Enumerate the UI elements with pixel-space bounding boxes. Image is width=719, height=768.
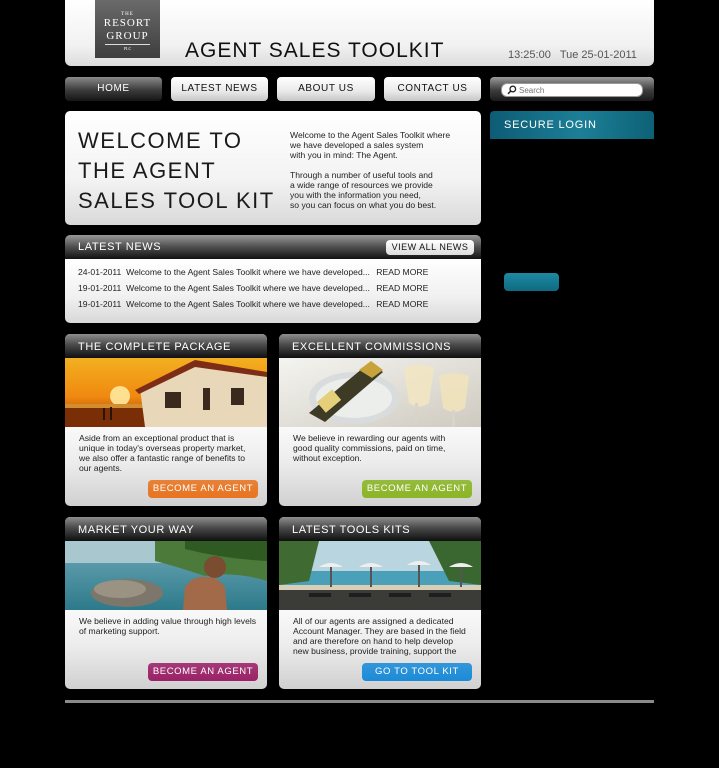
welcome-intro-line: with you in mind: The Agent. (290, 150, 398, 160)
go-to-tool-kit-button[interactable]: GO TO TOOL KIT (362, 663, 472, 681)
nav-latest-news[interactable]: LATEST NEWS (171, 77, 268, 101)
logo-text-resort: RESORT (103, 17, 152, 29)
become-agent-button[interactable]: BECOME AN AGENT (148, 663, 258, 681)
read-more-link[interactable]: READ MORE (376, 299, 428, 309)
read-more-link[interactable]: READ MORE (376, 267, 428, 277)
welcome-body: Through a number of useful tools and a w… (290, 170, 470, 210)
nav-contact-us[interactable]: CONTACT US (384, 77, 481, 101)
panel-text-line: unique in today's overseas property mark… (79, 443, 246, 453)
news-item: 19-01-2011 Welcome to the Agent Sales To… (78, 283, 428, 293)
latest-tools-kits-text: All of our agents are assigned a dedicat… (293, 616, 471, 656)
news-item: 19-01-2011 Welcome to the Agent Sales To… (78, 299, 428, 309)
welcome-intro: Welcome to the Agent Sales Toolkit where… (290, 130, 470, 160)
welcome-body-line: Through a number of useful tools and (290, 170, 433, 180)
news-item: 24-01-2011 Welcome to the Agent Sales To… (78, 267, 428, 277)
footer-divider (65, 700, 654, 703)
beach-loungers-image (279, 541, 481, 610)
panel-text-line: new business, provide training, support … (293, 646, 457, 656)
welcome-intro-line: Welcome to the Agent Sales Toolkit where (290, 130, 451, 140)
latest-tools-kits-title: LATEST TOOLS KITS (279, 517, 481, 541)
news-text: Welcome to the Agent Sales Toolkit where… (126, 267, 370, 277)
site-title: AGENT SALES TOOLKIT (185, 39, 445, 62)
panel-text-line: good quality commissions, paid on time, (293, 443, 446, 453)
panel-text-line: of marketing support. (79, 626, 160, 636)
panel-text-line: our agents. (79, 463, 122, 473)
company-logo[interactable]: THE RESORT GROUP PLC (95, 0, 160, 58)
man-at-sea-image (65, 541, 267, 610)
current-time: 13:25:00 (508, 49, 551, 61)
search-input[interactable] (519, 84, 637, 96)
market-your-way-text: We believe in adding value through high … (79, 616, 257, 636)
current-date: Tue 25-01-2011 (559, 49, 637, 61)
nav-about-us[interactable]: ABOUT US (277, 77, 375, 101)
excellent-commissions-text: We believe in rewarding our agents with … (293, 433, 471, 463)
news-text: Welcome to the Agent Sales Toolkit where… (126, 283, 370, 293)
panel-text-line: Aside from an exceptional product that i… (79, 433, 235, 443)
welcome-body-line: so you can focus on what you do best. (290, 200, 437, 210)
search-icon (507, 85, 517, 95)
logo-text-plc: PLC (123, 46, 132, 51)
panel-text-line: we also offer a fantastic range of benef… (79, 453, 246, 463)
news-date: 24-01-2011 (78, 267, 122, 277)
date-time: 13:25:00 Tue 25-01-2011 (508, 49, 637, 61)
logo-text-group: GROUP (106, 30, 149, 42)
logo-rule (105, 44, 150, 45)
complete-package-text: Aside from an exceptional product that i… (79, 433, 257, 473)
become-agent-button[interactable]: BECOME AN AGENT (148, 480, 258, 498)
news-date: 19-01-2011 (78, 283, 122, 293)
search-field[interactable] (501, 83, 643, 97)
welcome-body-line: you with the information you need, (290, 190, 421, 200)
read-more-link[interactable]: READ MORE (376, 283, 428, 293)
news-title: LATEST NEWS (78, 241, 162, 253)
become-agent-button[interactable]: BECOME AN AGENT (362, 480, 472, 498)
excellent-commissions-title: EXCELLENT COMMISSIONS (279, 334, 481, 358)
welcome-intro-line: we have developed a sales system (290, 140, 424, 150)
panel-text-line: We believe in adding value through high … (79, 616, 257, 626)
secure-login-title: SECURE LOGIN (490, 111, 654, 139)
news-text: Welcome to the Agent Sales Toolkit where… (126, 299, 370, 309)
welcome-heading: WELCOME TO THE AGENT SALES TOOL KIT (78, 128, 275, 213)
welcome-body-line: a wide range of resources we provide (290, 180, 433, 190)
panel-text-line: and are therefore on hand to help develo… (293, 636, 454, 646)
champagne-image (279, 358, 481, 427)
sunset-beach-house-image (65, 358, 267, 427)
panel-text-line: All of our agents are assigned a dedicat… (293, 616, 454, 626)
view-all-news-button[interactable]: VIEW ALL NEWS (386, 240, 474, 255)
panel-text-line: without exception. (293, 453, 362, 463)
market-your-way-title: MARKET YOUR WAY (65, 517, 267, 541)
complete-package-title: THE COMPLETE PACKAGE (65, 334, 267, 358)
news-date: 19-01-2011 (78, 299, 122, 309)
panel-text-line: We believe in rewarding our agents with (293, 433, 446, 443)
login-button[interactable] (504, 273, 559, 291)
nav-home[interactable]: HOME (65, 77, 162, 101)
panel-text-line: Account Manager. They are based in the f… (293, 626, 466, 636)
